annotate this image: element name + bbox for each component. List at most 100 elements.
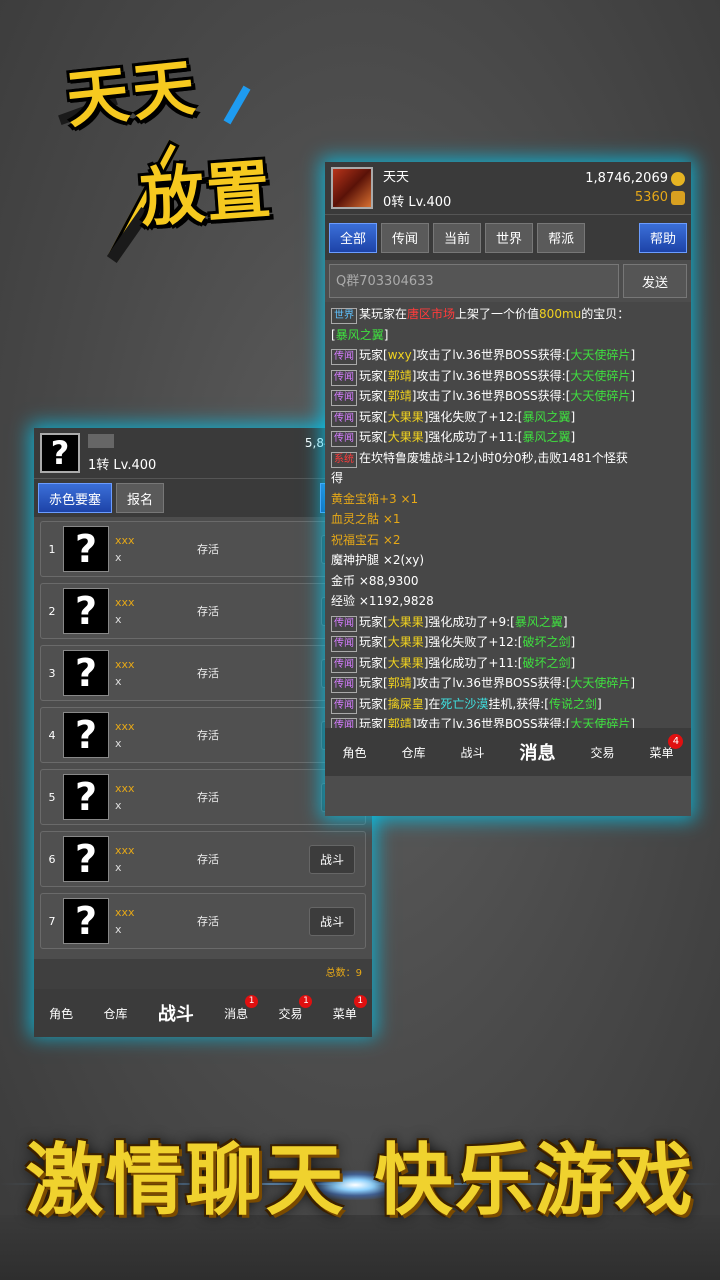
guild-name: xxx [115,658,135,671]
channel-tag: 传闻 [331,369,357,386]
row-number: 4 [48,728,56,742]
player-level: 0转 Lv.400 [383,195,452,210]
status-text: 存活 [197,543,219,556]
nav-role[interactable]: 角色 [342,744,366,761]
channel-tag: 传闻 [331,615,357,632]
channel-tag: 传闻 [331,410,357,427]
notification-badge: 1 [245,994,259,1008]
status-text: 存活 [197,853,219,866]
message-text: 唐区市场 [407,307,456,321]
chat-input-row: Q群703304633 发送 [325,260,691,302]
tab-bar: 赤色要塞 报名 帮助 [34,478,372,517]
message-text: ]攻击了lv.36世界BOSS获得:[ [411,389,571,403]
tab-rumor[interactable]: 传闻 [381,222,430,253]
nav-message[interactable]: 消息 1 [224,994,259,1022]
message-text: 祝福宝石 ×2 [331,532,401,547]
message-text: 大天使碎片 [570,389,631,403]
nav-label: 战斗 [157,1004,194,1025]
message-text: 大天使碎片 [570,717,631,728]
tab-red-fortress[interactable]: 赤色要塞 [38,483,113,513]
nav-trade[interactable]: 交易 [590,744,614,761]
list-item: 1 ? xxxx 存活 战 [40,521,366,577]
message-text: 大果果 [387,614,424,629]
message-text: ]攻击了lv.36世界BOSS获得:[ [411,717,571,728]
avatar[interactable]: ? [40,433,80,473]
nav-menu[interactable]: 菜单 1 [333,994,367,1022]
message-text: 暴风之翼 [522,430,571,444]
message-text: 玩家[ [359,655,388,670]
nav-warehouse[interactable]: 仓库 [103,1005,127,1022]
row-number: 1 [48,542,56,556]
tab-current[interactable]: 当前 [433,222,482,253]
question-mark-icon: ? [63,774,109,820]
message-text: 血灵之骷 ×1 [331,512,401,526]
game-logo: 天天 放置 [28,35,313,264]
list-item: 6 ? xxx x 存活 战斗 [40,831,366,887]
message-text: 金币 ×88,9300 [331,573,419,588]
player-name [88,433,114,448]
notification-badge: 1 [299,994,313,1008]
channel-tag: 传闻 [331,718,357,728]
message-text: 大果果 [387,430,424,444]
message-list[interactable]: 世界 某玩家在唐区市场上架了一个价值800mu的宝贝： [暴风之翼] 传闻 玩家[wxy… [325,302,691,728]
battle-panel: ? 1转 Lv.400 5,8444,74 55 赤色要塞 报名 帮助 1 ? … [34,428,372,1037]
chat-message: 传闻 玩家[大果果]强化成功了+11:[暴风之翼] [331,427,685,448]
message-text: 暴风之翼 [335,327,384,342]
question-mark-icon: ? [63,836,109,882]
message-text: ]强化成功了+11:[ [423,430,523,444]
message-text: 大天使碎片 [570,348,631,362]
nav-label: 角色 [49,1006,74,1021]
message-text: ] [570,409,576,424]
chat-input[interactable]: Q群703304633 [329,264,619,298]
message-text: 暴风之翼 [522,409,571,424]
tab-guild[interactable]: 帮派 [537,222,586,253]
total-count: 总数：9 [34,959,372,989]
question-mark-icon: ? [63,588,109,634]
fight-button[interactable]: 战斗 [308,844,355,874]
message-text: ]强化成功了+9:[ [423,614,515,629]
nav-trade[interactable]: 交易 1 [278,994,313,1022]
message-text: ]攻击了lv.36世界BOSS获得:[ [411,368,571,383]
chat-message: 传闻 玩家[大果果]强化失败了+12:[破坏之剑] [331,632,685,653]
chat-message: 得 [331,468,685,489]
message-text: 玩家[ [359,368,388,383]
message-text: ] [562,614,568,629]
avatar[interactable] [331,167,373,209]
chat-message: 传闻 玩家[大果果]强化成功了+11:[破坏之剑] [331,653,685,674]
message-text: ] [630,368,636,383]
message-text: ]在 [423,696,441,711]
list-item: 7 ? xxx x 存活 战斗 [40,893,366,949]
gold-amount: 1,8746,2069 [585,171,668,186]
status-text: 存活 [197,729,219,742]
nav-battle[interactable]: 战斗 [460,744,484,761]
question-mark-icon: ? [63,898,109,944]
message-text: 大果果 [387,635,424,649]
chat-message: 经验 ×1192,9828 [331,591,685,612]
nav-role[interactable]: 角色 [49,1005,73,1022]
fight-button[interactable]: 战斗 [308,906,355,936]
register-button[interactable]: 报名 [116,483,165,513]
send-button[interactable]: 发送 [623,264,687,298]
message-text: ] [570,635,576,649]
guild-sub: x [115,923,122,936]
message-text: 郭靖 [387,368,412,383]
nav-battle[interactable]: 战斗 [158,1000,194,1026]
list-item: 2 ? xxxx 存活 战 [40,583,366,639]
message-text: 魔神护腿 ×2(xy) [331,553,425,567]
message-text: 800mu [539,307,582,321]
chat-message: 传闻 玩家[郭靖]攻击了lv.36世界BOSS获得:[大天使碎片] [331,366,685,387]
nav-warehouse[interactable]: 仓库 [401,744,425,761]
message-text: ] [596,696,602,711]
tab-all[interactable]: 全部 [329,222,378,253]
message-text: ] [630,348,636,362]
tab-world[interactable]: 世界 [485,222,534,253]
nav-menu[interactable]: 菜单 4 [649,733,684,761]
chat-message: 传闻 玩家[wxy]攻击了lv.36世界BOSS获得:[大天使碎片] [331,345,685,366]
message-text: 玩家[ [359,717,388,728]
help-button[interactable]: 帮助 [638,222,687,253]
channel-tag: 传闻 [331,636,357,652]
chat-panel: 天天 0转 Lv.400 1,8746,2069 5360 全部 传闻 当前 世… [325,162,691,816]
nav-message[interactable]: 消息 [519,739,555,765]
message-text: 大天使碎片 [570,676,631,690]
chat-message: 血灵之骷 ×1 [331,509,685,530]
